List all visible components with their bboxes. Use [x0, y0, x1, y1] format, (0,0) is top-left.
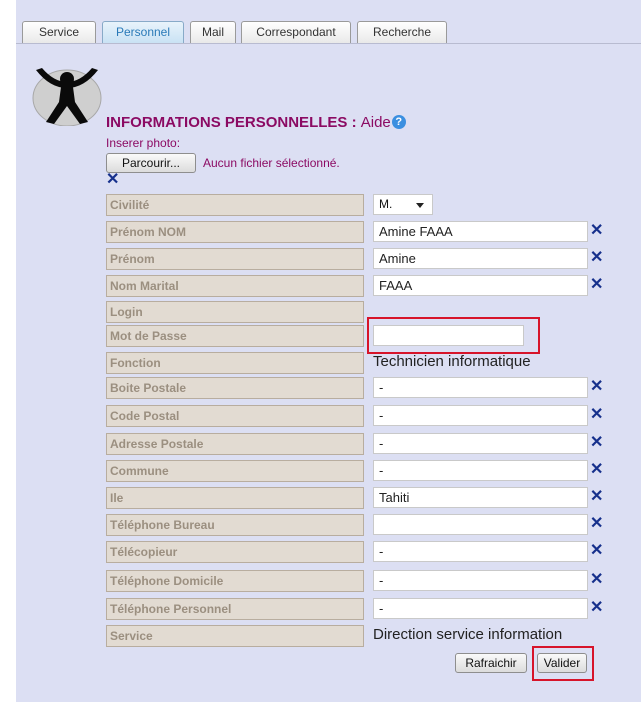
title-text: INFORMATIONS PERSONNELLES : [106, 114, 357, 131]
clear-tel-bureau-icon[interactable]: ✕ [590, 516, 603, 532]
browse-button[interactable]: Parcourir... [106, 153, 196, 173]
label-code-postal: Code Postal [106, 405, 364, 427]
service-value: Direction service information [373, 626, 563, 643]
file-status: Aucun fichier sélectionné. [203, 156, 340, 170]
fonction-value: Technicien informatique [373, 353, 531, 370]
clear-commune-icon[interactable]: ✕ [590, 462, 603, 478]
clear-ile-icon[interactable]: ✕ [590, 489, 603, 505]
help-link[interactable]: Aide [361, 114, 391, 131]
label-mot-de-passe: Mot de Passe [106, 325, 364, 347]
password-highlight [367, 317, 540, 354]
tab-service[interactable]: Service [22, 21, 96, 43]
chevron-down-icon [416, 203, 424, 208]
tel-personnel-field[interactable]: - [373, 598, 588, 619]
adresse-postale-field[interactable]: - [373, 433, 588, 454]
tab-baseline [16, 43, 641, 44]
tab-mail[interactable]: Mail [190, 21, 236, 43]
label-fonction: Fonction [106, 352, 364, 374]
tab-correspondant[interactable]: Correspondant [241, 21, 351, 43]
civilite-select[interactable]: M. [373, 194, 433, 215]
clear-boite-postale-icon[interactable]: ✕ [590, 379, 603, 395]
label-ile: Ile [106, 487, 364, 509]
prenom-nom-field[interactable]: Amine FAAA [373, 221, 588, 242]
tel-bureau-field[interactable] [373, 514, 588, 535]
clear-code-postal-icon[interactable]: ✕ [590, 407, 603, 423]
refresh-button[interactable]: Rafraichir [455, 653, 527, 673]
label-civilite: Civilité [106, 194, 364, 216]
profile-logo-icon [32, 68, 102, 126]
clear-prenom-nom-icon[interactable]: ✕ [590, 223, 603, 239]
tab-personnel[interactable]: Personnel [102, 21, 184, 43]
prenom-field[interactable]: Amine [373, 248, 588, 269]
help-icon[interactable]: ? [391, 115, 406, 129]
clear-nom-marital-icon[interactable]: ✕ [590, 277, 603, 293]
label-tel-personnel: Téléphone Personnel [106, 598, 364, 620]
label-tel-domicile: Téléphone Domicile [106, 570, 364, 592]
clear-tel-personnel-icon[interactable]: ✕ [590, 600, 603, 616]
label-telecopieur: Télécopieur [106, 541, 364, 563]
photo-label: Inserer photo: [106, 136, 181, 150]
commune-field[interactable]: - [373, 460, 588, 481]
label-tel-bureau: Téléphone Bureau [106, 514, 364, 536]
nom-marital-field[interactable]: FAAA [373, 275, 588, 296]
boite-postale-field[interactable]: - [373, 377, 588, 398]
clear-telecopieur-icon[interactable]: ✕ [590, 543, 603, 559]
ile-field[interactable]: Tahiti [373, 487, 588, 508]
clear-prenom-icon[interactable]: ✕ [590, 250, 603, 266]
telecopieur-field[interactable]: - [373, 541, 588, 562]
civilite-value: M. [379, 197, 393, 211]
code-postal-field[interactable]: - [373, 405, 588, 426]
label-commune: Commune [106, 460, 364, 482]
page-title: INFORMATIONS PERSONNELLES : Aide? [106, 114, 406, 131]
label-prenom-nom: Prénom NOM [106, 221, 364, 243]
tab-recherche[interactable]: Recherche [357, 21, 447, 43]
label-prenom: Prénom [106, 248, 364, 270]
label-boite-postale: Boite Postale [106, 377, 364, 399]
form-panel [16, 0, 641, 702]
clear-adresse-postale-icon[interactable]: ✕ [590, 435, 603, 451]
submit-highlight [532, 646, 594, 681]
tel-domicile-field[interactable]: - [373, 570, 588, 591]
label-login: Login [106, 301, 364, 323]
label-nom-marital: Nom Marital [106, 275, 364, 297]
label-service: Service [106, 625, 364, 647]
label-adresse-postale: Adresse Postale [106, 433, 364, 455]
remove-photo-icon[interactable]: ✕ [106, 172, 119, 188]
clear-tel-domicile-icon[interactable]: ✕ [590, 572, 603, 588]
